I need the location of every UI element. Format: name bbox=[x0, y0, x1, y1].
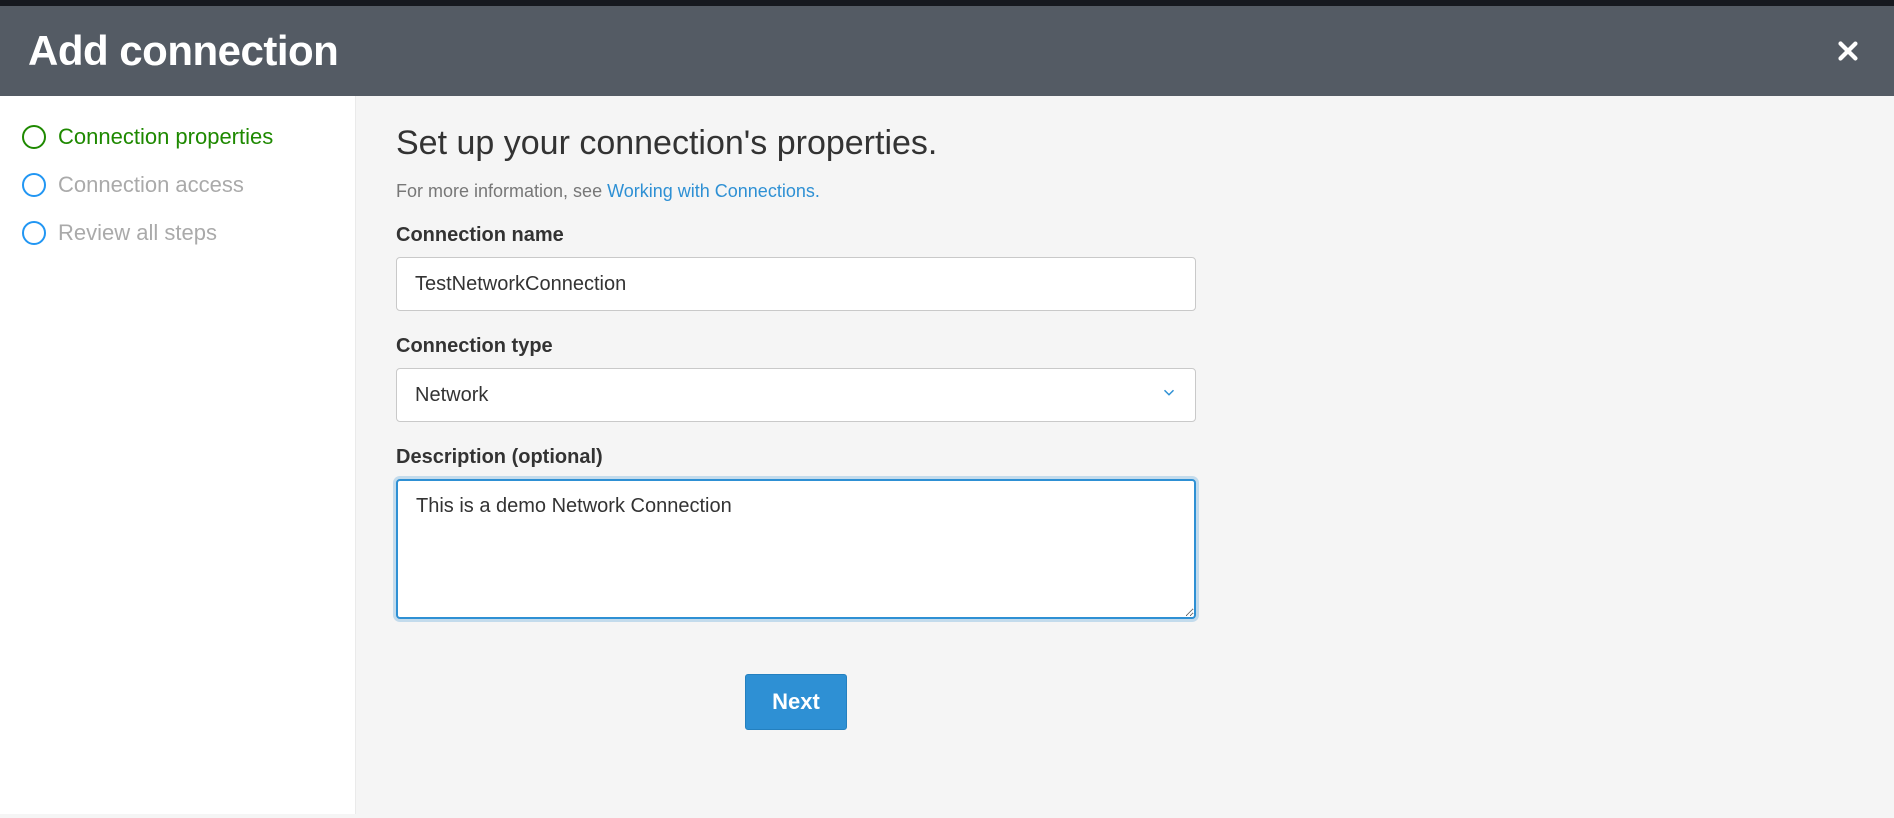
description-label: Description (optional) bbox=[396, 446, 1196, 469]
field-description: Description (optional) bbox=[396, 446, 1196, 624]
wizard-sidebar: Connection properties Connection access … bbox=[0, 96, 356, 814]
step-connection-properties[interactable]: Connection properties bbox=[22, 124, 355, 150]
step-circle-icon bbox=[22, 125, 46, 149]
connection-type-select[interactable]: Network bbox=[396, 368, 1196, 422]
step-circle-icon bbox=[22, 221, 46, 245]
actions: Next bbox=[396, 674, 1196, 730]
page-heading: Set up your connection's properties. bbox=[396, 124, 1196, 163]
wizard-main: Set up your connection's properties. For… bbox=[356, 96, 1894, 814]
modal-header: Add connection bbox=[0, 6, 1894, 96]
step-connection-access[interactable]: Connection access bbox=[22, 172, 355, 198]
step-review-all-steps[interactable]: Review all steps bbox=[22, 220, 355, 246]
modal-body: Connection properties Connection access … bbox=[0, 96, 1894, 814]
step-label: Connection properties bbox=[58, 124, 273, 150]
info-prefix: For more information, see bbox=[396, 181, 607, 201]
description-textarea[interactable] bbox=[396, 479, 1196, 619]
connection-type-select-wrapper: Network bbox=[396, 368, 1196, 422]
connection-name-input[interactable] bbox=[396, 257, 1196, 311]
step-label: Connection access bbox=[58, 172, 244, 198]
info-text: For more information, see Working with C… bbox=[396, 181, 1196, 202]
close-icon[interactable] bbox=[1830, 33, 1866, 69]
step-label: Review all steps bbox=[58, 220, 217, 246]
field-connection-name: Connection name bbox=[396, 224, 1196, 311]
working-with-connections-link[interactable]: Working with Connections. bbox=[607, 181, 820, 201]
step-circle-icon bbox=[22, 173, 46, 197]
next-button[interactable]: Next bbox=[745, 674, 847, 730]
field-connection-type: Connection type Network bbox=[396, 335, 1196, 422]
content: Set up your connection's properties. For… bbox=[396, 124, 1196, 730]
connection-type-label: Connection type bbox=[396, 335, 1196, 358]
connection-name-label: Connection name bbox=[396, 224, 1196, 247]
modal-title: Add connection bbox=[28, 27, 338, 75]
